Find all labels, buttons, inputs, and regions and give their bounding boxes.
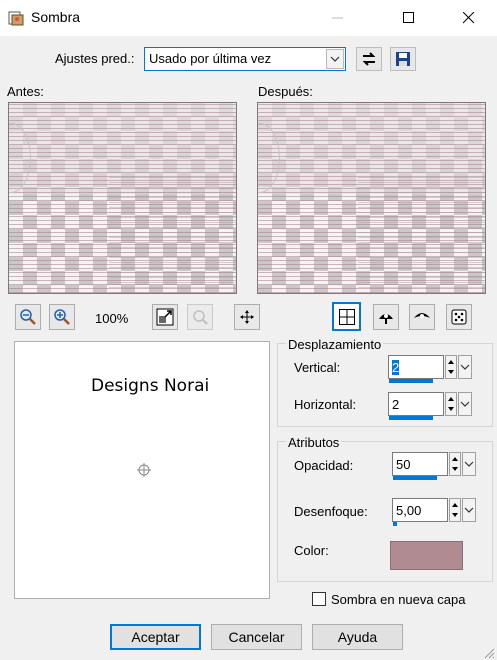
zoom-in-icon [54,309,70,325]
vertical-input[interactable]: 2 [388,355,444,379]
before-preview[interactable] [8,102,237,294]
opacity-slider-bar[interactable] [393,476,437,480]
shadow-style-1-icon [379,314,393,324]
opacity-label: Opacidad: [294,458,354,473]
canvas-text: Designs Norai [91,376,210,396]
vertical-spinner[interactable]: 2 [388,355,472,385]
attributes-group-title: Atributos [286,435,342,450]
chevron-down-icon[interactable] [462,452,476,476]
chevron-down-icon[interactable] [462,498,476,522]
help-button[interactable]: Ayuda [312,624,403,650]
shadow-color-swatch[interactable] [390,541,463,570]
up-down-arrows-icon[interactable] [449,452,461,476]
vertical-value: 2 [392,360,400,375]
blur-input[interactable]: 5,00 [392,498,448,522]
horizontal-input[interactable]: 2 [388,392,444,416]
move-arrows-icon [240,310,254,324]
opacity-value: 50 [396,457,411,472]
maximize-icon [403,12,414,23]
shadow-style-2-icon [414,313,430,318]
pan-button[interactable] [234,304,260,330]
new-layer-checkbox[interactable] [312,592,326,606]
zoom-in-button[interactable] [49,304,75,330]
cancel-button[interactable]: Cancelar [211,624,302,650]
blur-value: 5,00 [396,503,422,518]
horizontal-spinner[interactable]: 2 [388,392,472,422]
opacity-spinner[interactable]: 50 [392,452,476,482]
blur-spinner[interactable]: 5,00 [392,498,476,528]
color-label: Color: [294,543,329,558]
floppy-disk-icon [396,52,410,66]
maximize-button[interactable] [386,0,432,36]
crosshair-icon[interactable] [136,462,152,481]
blur-slider-bar[interactable] [393,522,397,526]
locate-disabled-icon [193,310,208,325]
presets-label: Ajustes pred.: [55,51,135,66]
randomize-button[interactable] [446,304,472,330]
vertical-slider-bar[interactable] [389,379,433,383]
up-down-arrows-icon[interactable] [449,498,461,522]
before-label: Antes: [7,84,44,99]
horizontal-label: Horizontal: [294,397,357,412]
shadow-position-button[interactable] [332,302,361,331]
chevron-down-icon[interactable] [326,49,344,69]
horizontal-value: 2 [392,397,400,412]
after-preview[interactable] [257,102,486,294]
opacity-input[interactable]: 50 [392,452,448,476]
vertical-label: Vertical: [294,360,341,375]
blur-label: Desenfoque: [294,504,368,519]
app-icon [8,10,24,26]
presets-value: Usado por última vez [149,51,272,66]
shadow-style-1-button[interactable] [373,304,399,330]
presets-dropdown[interactable]: Usado por última vez [144,47,346,71]
offset-group-title: Desplazamiento [286,337,384,352]
save-preset-button[interactable] [390,47,416,71]
new-layer-label: Sombra en nueva capa [331,592,466,607]
locate-button[interactable] [187,304,213,330]
fit-window-icon [156,308,174,326]
up-down-arrows-icon[interactable] [445,355,457,379]
chevron-down-icon[interactable] [458,392,472,416]
close-icon [463,12,475,24]
horizontal-slider-bar[interactable] [389,416,433,420]
ok-button[interactable]: Aceptar [110,624,201,650]
zoom-level: 100% [95,311,129,326]
reset-arrows-icon [362,52,376,66]
chevron-down-icon[interactable] [458,355,472,379]
reset-presets-button[interactable] [356,47,382,71]
after-label: Después: [258,84,313,99]
resize-grip-icon[interactable] [484,647,495,660]
zoom-out-icon [20,309,36,325]
dice-icon [451,309,467,325]
up-down-arrows-icon[interactable] [445,392,457,416]
zoom-to-fit-button[interactable] [152,304,178,330]
shadow-style-2-button[interactable] [409,304,435,330]
minimize-icon [332,17,343,19]
minimize-button[interactable] [315,0,361,36]
grid-icon [338,308,355,325]
close-button[interactable] [446,0,492,36]
window-title: Sombra [31,9,81,25]
zoom-out-button[interactable] [15,304,41,330]
